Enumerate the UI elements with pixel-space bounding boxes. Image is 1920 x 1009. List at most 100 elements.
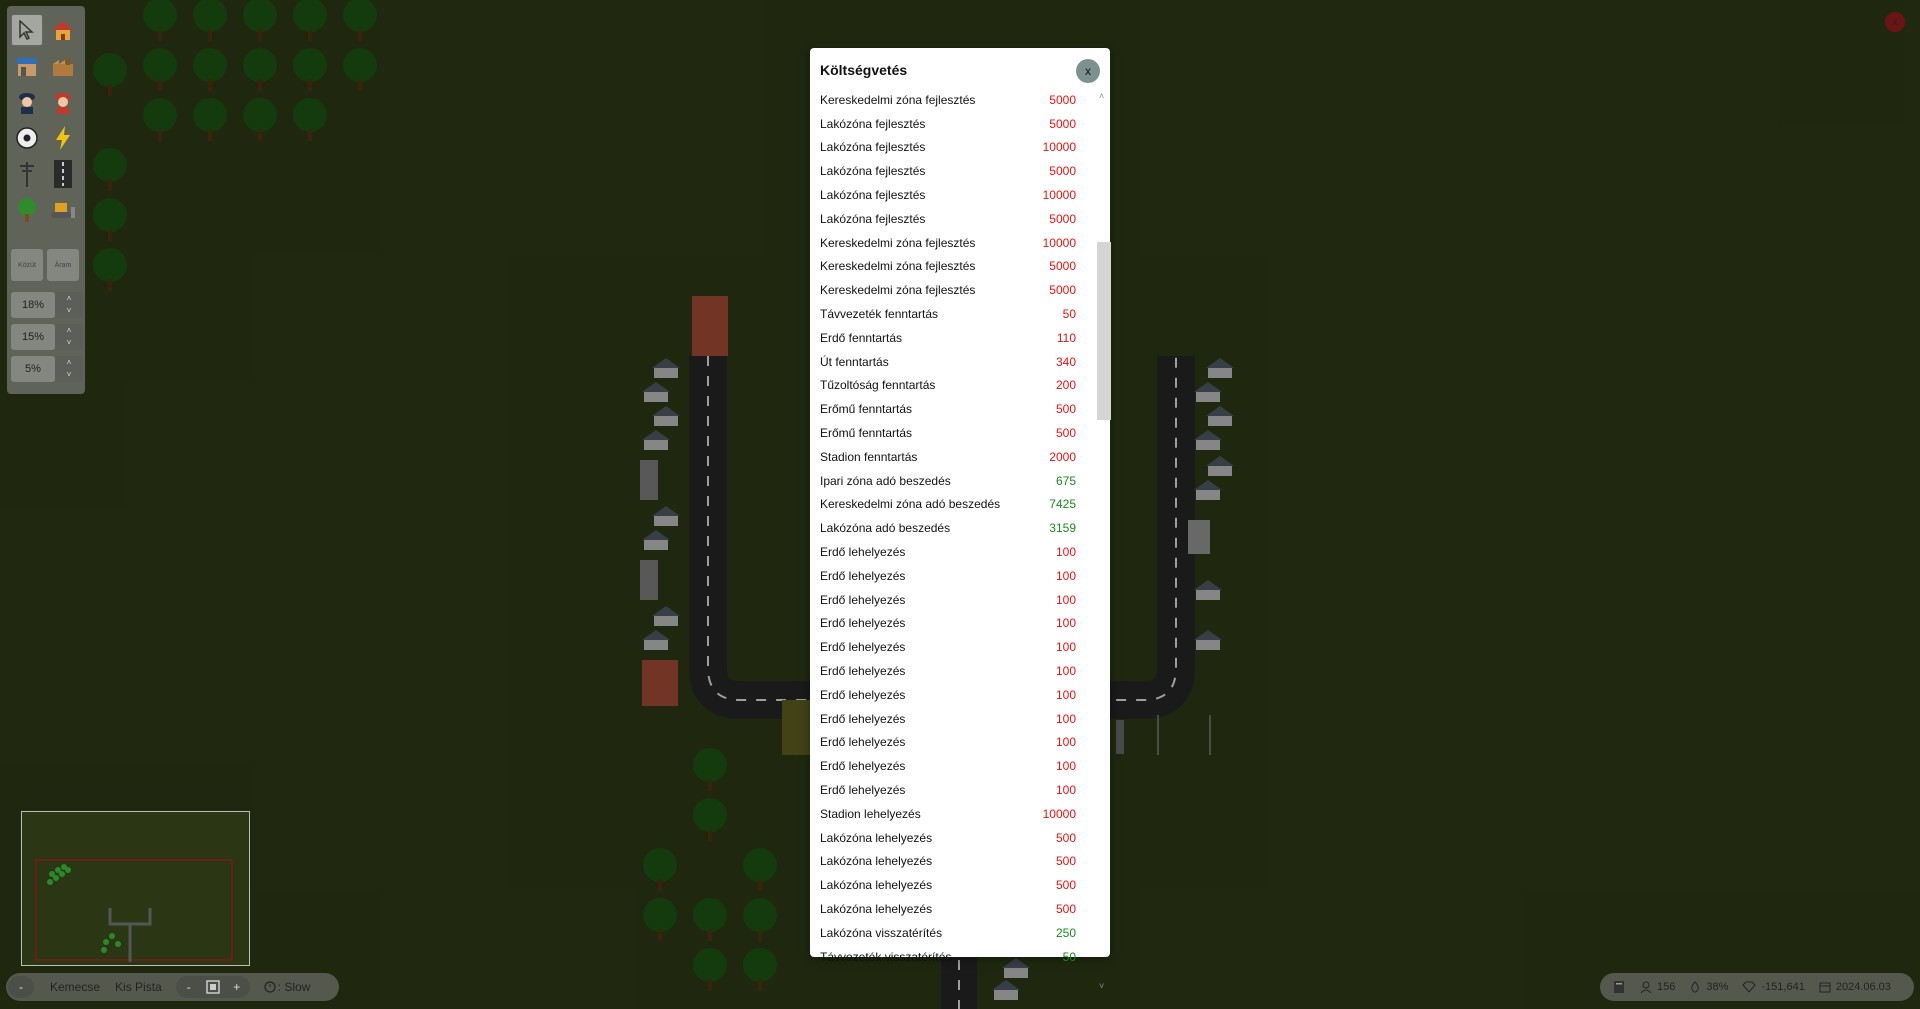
budget-item-label: Kereskedelmi zóna adó beszedés xyxy=(820,497,1001,512)
budget-item-amount: 100 xyxy=(1055,711,1076,726)
budget-item-label: Erőmű fenntartás xyxy=(820,426,913,441)
budget-item-amount: 675 xyxy=(1055,473,1076,488)
budget-row: Erdő lehelyezés 100 xyxy=(810,778,1093,802)
budget-item-amount: 100 xyxy=(1055,783,1076,797)
pause-icon[interactable] xyxy=(205,980,220,994)
date-stat: 2024.06.03 xyxy=(1819,981,1891,993)
budget-row: Kereskedelmi zóna fejlesztés 5000 xyxy=(810,255,1093,279)
budget-item-amount: 100 xyxy=(1055,664,1076,679)
budget-item-label: Erdő lehelyezés xyxy=(820,759,906,774)
budget-item-amount: 110 xyxy=(1056,330,1076,345)
budget-item-amount: 10000 xyxy=(1042,188,1076,203)
budget-row: Út fenntartás 340 xyxy=(810,350,1093,374)
commercial-tax-stepper[interactable]: ˄ ˅ xyxy=(55,324,83,350)
industrial-tax-control: 5% ˄ ˅ xyxy=(11,356,83,382)
budget-row: Erdő lehelyezés 100 xyxy=(810,564,1093,588)
minimap-view[interactable] xyxy=(22,812,249,965)
budget-item-amount: 5000 xyxy=(1049,211,1076,226)
budget-row: Távvezeték visszatérítés 50 xyxy=(810,945,1093,969)
satisfaction-stat: 38% xyxy=(1689,981,1728,993)
budget-item-amount: 10000 xyxy=(1042,806,1076,821)
chevron-down-icon[interactable]: ˅ xyxy=(67,305,72,317)
budget-item-label: Lakózóna fejlesztés xyxy=(820,211,926,226)
minimap-viewport[interactable] xyxy=(35,859,233,961)
close-button[interactable]: x xyxy=(1076,59,1100,83)
budget-row: Erdő lehelyezés 100 xyxy=(810,754,1093,778)
city-info-bar: - Kemecse Kis Pista - + : Slow xyxy=(6,973,339,1001)
speed-down-button[interactable]: - xyxy=(176,976,202,998)
budget-row: Kereskedelmi zóna fejlesztés 5000 xyxy=(810,88,1093,112)
fire-station-tool-button[interactable] xyxy=(47,86,79,118)
chevron-up-icon[interactable]: ˄ xyxy=(67,325,72,337)
bulldozer-tool-button[interactable] xyxy=(47,194,79,226)
budget-item-amount: 50 xyxy=(1062,307,1076,322)
book-icon[interactable] xyxy=(1612,980,1626,994)
budget-item-amount: 340 xyxy=(1055,354,1076,369)
budget-row: Erdő fenntartás 110 xyxy=(810,326,1093,350)
budget-item-label: Lakózóna fejlesztés xyxy=(820,188,926,203)
chevron-down-icon[interactable]: ˅ xyxy=(67,369,72,381)
budget-item-label: Erdő lehelyezés xyxy=(820,783,906,797)
commercial-zone-tool-button[interactable] xyxy=(11,50,43,82)
budget-item-label: Erdő lehelyezés xyxy=(820,592,906,607)
budget-row: Távvezeték fenntartás 50 xyxy=(810,302,1093,326)
budget-item-amount: 100 xyxy=(1055,592,1076,607)
budget-item-amount: 500 xyxy=(1055,830,1076,845)
money-stat: -151,641 xyxy=(1742,981,1805,993)
calendar-icon xyxy=(1819,982,1831,993)
factory-icon xyxy=(53,57,73,76)
road-overlay-button[interactable]: Közút xyxy=(11,249,43,281)
budget-item-amount: 250 xyxy=(1055,925,1076,940)
select-tool-button[interactable] xyxy=(11,14,43,46)
industrial-zone-tool-button[interactable] xyxy=(47,50,79,82)
budget-item-amount: 7425 xyxy=(1049,497,1076,512)
tree-icon xyxy=(18,198,36,222)
chevron-down-icon[interactable]: ˅ xyxy=(67,337,72,349)
clock-icon xyxy=(264,981,276,993)
budget-item-label: Távvezeték fenntartás xyxy=(820,307,939,322)
budget-item-label: Kereskedelmi zóna fejlesztés xyxy=(820,235,976,250)
budget-item-label: Lakózóna adó beszedés xyxy=(820,521,951,536)
budget-item-amount: 500 xyxy=(1055,426,1076,441)
road-tool-button[interactable] xyxy=(47,158,79,190)
scrollbar[interactable]: ˄ ˅ xyxy=(1094,88,1111,1000)
road-icon xyxy=(54,160,72,188)
budget-item-amount: 100 xyxy=(1055,735,1076,750)
exit-button[interactable]: x xyxy=(1885,12,1905,32)
speed-label: : Slow xyxy=(277,980,311,994)
power-plant-tool-button[interactable] xyxy=(47,122,79,154)
budget-item-amount: 100 xyxy=(1055,545,1076,560)
scroll-up-icon[interactable]: ˄ xyxy=(1099,91,1104,101)
scroll-down-icon[interactable]: ˅ xyxy=(1099,981,1104,991)
budget-row: Lakózóna fejlesztés 10000 xyxy=(810,136,1093,160)
police-icon xyxy=(19,93,35,114)
budget-row: Tűzoltóság fenntartás 200 xyxy=(810,374,1093,398)
power-overlay-button[interactable]: Áram xyxy=(47,249,79,281)
budget-list[interactable]: Kereskedelmi zóna fejlesztés 5000 Lakózóna… xyxy=(810,88,1093,1000)
minimap[interactable] xyxy=(21,811,250,966)
budget-item-label: Lakózóna lehelyezés xyxy=(820,854,933,869)
budget-item-label: Stadion lehelyezés xyxy=(820,806,921,821)
cursor-icon xyxy=(19,20,34,40)
budget-item-amount: 50 xyxy=(1062,949,1076,964)
satisfaction-value: 38% xyxy=(1706,981,1729,993)
shop-icon xyxy=(17,58,37,76)
budget-item-amount: 100 xyxy=(1055,616,1076,631)
residential-tax-stepper[interactable]: ˄ ˅ xyxy=(55,292,83,318)
budget-item-label: Lakózóna fejlesztés xyxy=(820,164,926,179)
zoom-out-button[interactable]: - xyxy=(8,976,34,998)
stadium-tool-button[interactable] xyxy=(11,122,43,154)
scroll-thumb[interactable] xyxy=(1097,242,1111,420)
police-tool-button[interactable] xyxy=(11,86,43,118)
population-stat: 156 xyxy=(1640,981,1675,993)
speed-up-button[interactable]: + xyxy=(224,976,250,998)
budget-item-amount: 5000 xyxy=(1049,92,1076,107)
budget-row: Lakózóna adó beszedés 3159 xyxy=(810,516,1093,540)
chevron-up-icon[interactable]: ˄ xyxy=(67,357,72,369)
industrial-tax-stepper[interactable]: ˄ ˅ xyxy=(55,356,83,382)
chevron-up-icon[interactable]: ˄ xyxy=(67,293,72,305)
power-line-tool-button[interactable] xyxy=(11,158,43,190)
forest-tool-button[interactable] xyxy=(11,194,43,226)
power-pole-icon xyxy=(20,162,34,187)
residential-zone-tool-button[interactable] xyxy=(47,14,79,46)
